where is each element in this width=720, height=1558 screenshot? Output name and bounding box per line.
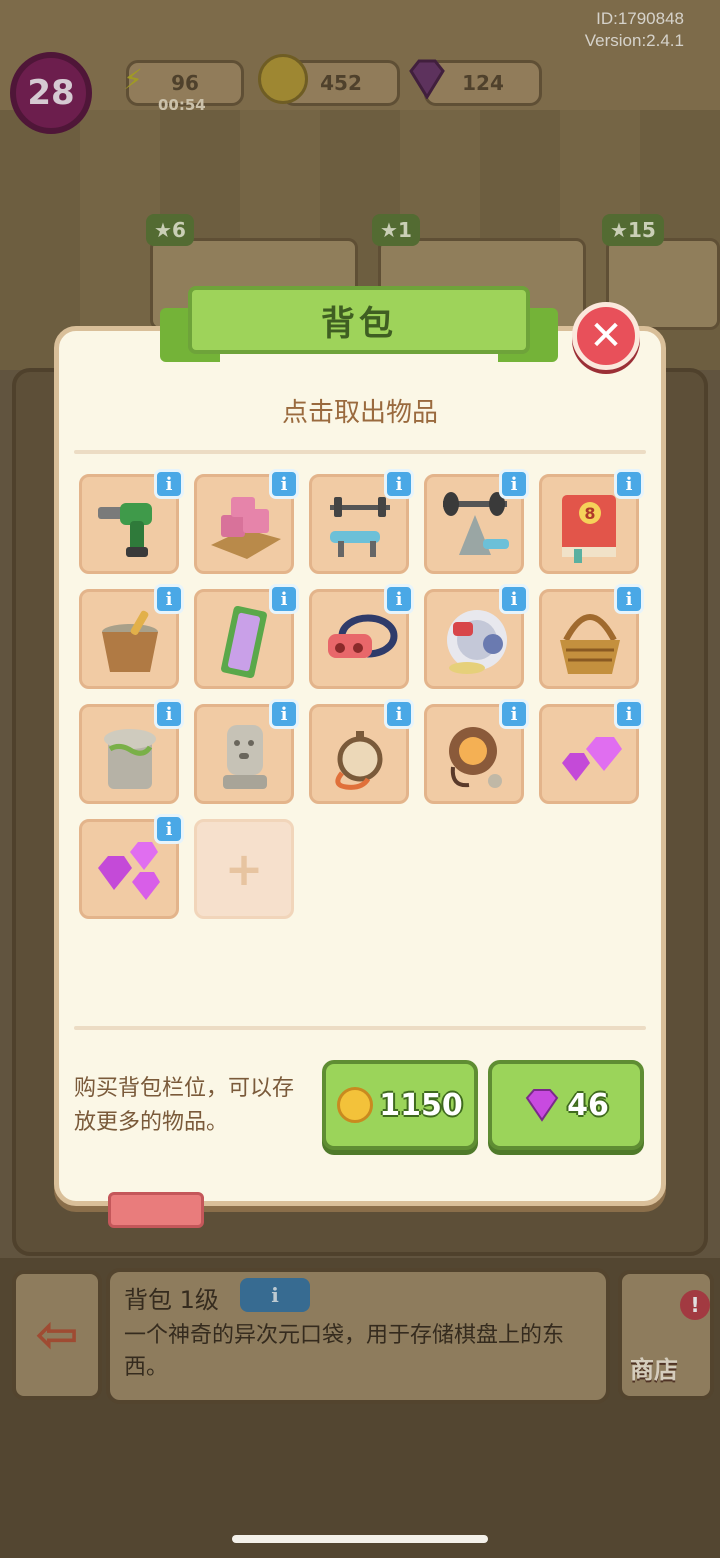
item-info-button[interactable]: i [269,584,299,614]
gem-icon [525,1089,559,1122]
stone-pillar-icon [104,729,156,789]
cable-coil-icon [449,727,502,788]
backpack-slot[interactable]: i [309,469,414,574]
item-info-button[interactable]: i [499,469,529,499]
backpack-slot[interactable]: i [79,814,184,919]
backpack-slot[interactable]: i [309,584,414,689]
gem-price: 46 [567,1087,609,1123]
item-info-button[interactable]: i [384,699,414,729]
divider [74,450,646,454]
item-info-button[interactable]: i [384,584,414,614]
drill-icon [98,503,152,557]
bench-press-icon [330,497,390,557]
backpack-slot[interactable]: i [79,469,184,574]
backpack-slot[interactable]: i [309,699,414,804]
backpack-slot[interactable]: i [79,584,184,689]
dialog-subtitle: 点击取出物品 [281,398,438,428]
red-book-icon: 8 [562,495,616,563]
pink-gems-icon [562,737,622,781]
item-info-button[interactable]: i [384,469,414,499]
item-info-button[interactable]: i [269,699,299,729]
mirror-icon [221,605,267,679]
item-info-button[interactable]: i [269,469,299,499]
divider [74,1026,646,1030]
stopwatch-icon [335,731,383,790]
coin-icon [337,1087,374,1123]
buy-slot-description: 购买背包栏位，可以存放更多的物品。 [74,1076,295,1135]
mortar-icon [102,610,158,672]
item-info-button[interactable]: i [499,699,529,729]
stone-statue-icon [223,725,267,789]
backpack-slot[interactable]: i [194,584,299,689]
backpack-slot[interactable]: i [194,699,299,804]
buy-with-coins-button[interactable]: 1150 [322,1060,478,1150]
robot-vacuum-icon [447,610,507,674]
backpack-slot[interactable]: i [424,469,529,574]
weight-machine-icon [443,492,509,555]
backpack-slot[interactable]: i [79,699,184,804]
close-button[interactable]: ✕ [572,302,640,370]
pink-gems-icon [98,842,160,900]
backpack-slot[interactable]: i [539,584,644,689]
book-badge-text: 8 [584,504,595,523]
item-info-button[interactable]: i [614,584,644,614]
dialog-title-ribbon: 背包 [160,286,558,370]
item-info-button[interactable]: i [154,469,184,499]
dialog-bottom-tab [108,1192,204,1228]
backpack-slot[interactable]: 8 i [539,469,644,574]
empty-backpack-slot[interactable]: + [194,819,294,919]
coin-price: 1150 [379,1087,463,1123]
backpack-slot[interactable]: i [424,699,529,804]
backpack-slot[interactable]: i [424,584,529,689]
item-info-button[interactable]: i [614,469,644,499]
close-icon: ✕ [589,313,623,359]
item-info-button[interactable]: i [614,699,644,729]
item-info-button[interactable]: i [499,584,529,614]
bricks-icon [211,497,281,559]
basket-icon [560,614,620,674]
home-indicator[interactable] [232,1535,488,1543]
dialog-title: 背包 [321,303,397,344]
backpack-slot[interactable]: i [539,699,644,804]
buy-with-gems-button[interactable]: 46 [488,1060,644,1150]
plus-icon: + [224,842,264,896]
backpack-slot[interactable]: i [194,469,299,574]
vr-headset-icon [328,614,398,658]
item-info-button[interactable]: i [154,584,184,614]
item-info-button[interactable]: i [154,814,184,844]
item-info-button[interactable]: i [154,699,184,729]
